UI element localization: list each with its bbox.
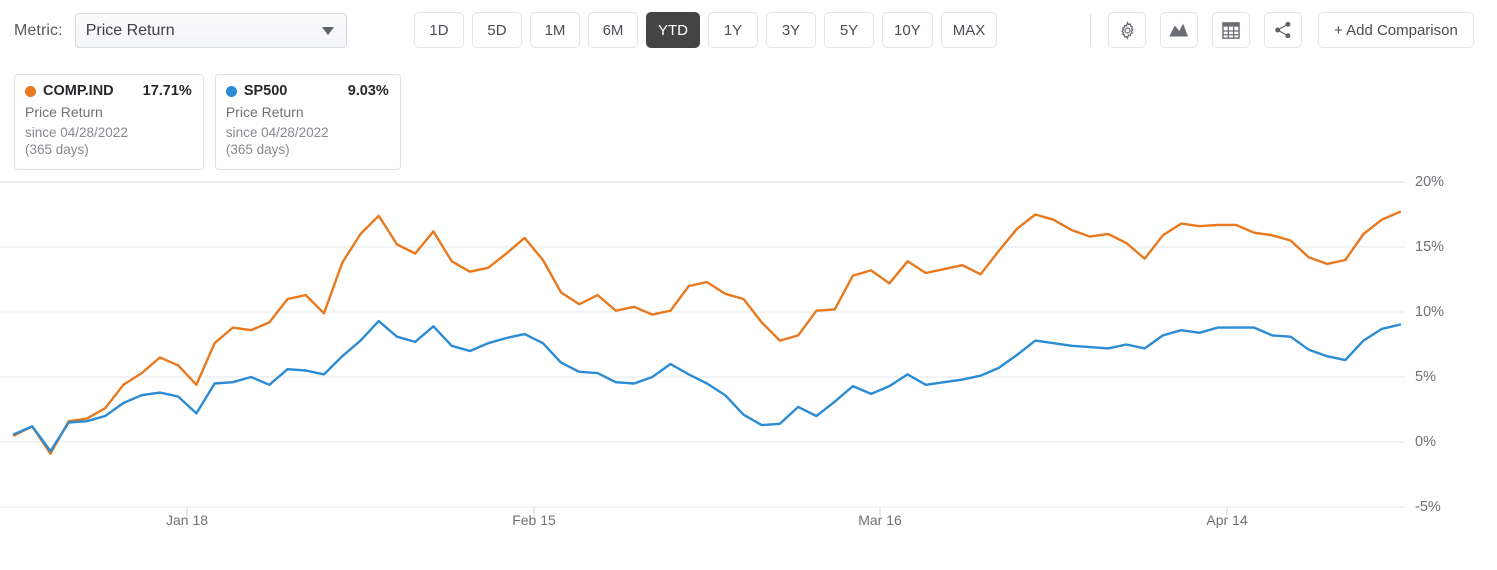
share-icon — [1274, 21, 1292, 39]
legend-card[interactable]: COMP.IND 17.71% Price Return since 04/28/20… — [14, 74, 204, 170]
range-button-6m[interactable]: 6M — [588, 12, 638, 48]
series-line-sp500[interactable] — [14, 321, 1400, 451]
add-comparison-label: + Add Comparison — [1334, 22, 1458, 39]
y-axis-label: 0% — [1415, 434, 1436, 450]
metric-select-value: Price Return — [86, 22, 175, 40]
legend-ticker: SP500 — [244, 83, 288, 99]
legend-metric-name: Price Return — [25, 104, 192, 120]
y-axis-label: 15% — [1415, 239, 1444, 255]
range-button-5y[interactable]: 5Y — [824, 12, 874, 48]
range-button-1m[interactable]: 1M — [530, 12, 580, 48]
time-range-group: 1D5D1M6MYTD1Y3Y5Y10YMAX — [414, 12, 997, 48]
range-button-5d[interactable]: 5D — [472, 12, 522, 48]
legend-card[interactable]: SP500 9.03% Price Return since 04/28/2022 (… — [215, 74, 401, 170]
x-axis-label: Jan 18 — [166, 512, 208, 528]
legend-percent: 17.71% — [121, 83, 192, 99]
y-axis-label: 5% — [1415, 369, 1436, 385]
gear-icon — [1118, 21, 1137, 40]
x-axis-label: Mar 16 — [858, 512, 902, 528]
chart-svg[interactable] — [0, 165, 1497, 525]
legend-ticker: COMP.IND — [43, 83, 114, 99]
range-button-10y[interactable]: 10Y — [882, 12, 933, 48]
legend-card-header: COMP.IND 17.71% — [25, 83, 192, 99]
series-dot-icon — [25, 86, 36, 97]
settings-button[interactable] — [1108, 12, 1146, 48]
y-axis-label: 20% — [1415, 174, 1444, 190]
x-axis-label: Apr 14 — [1206, 512, 1247, 528]
table-icon — [1222, 22, 1240, 39]
y-axis-label: 10% — [1415, 304, 1444, 320]
data-table-button[interactable] — [1212, 12, 1250, 48]
legend-since-text: since 04/28/2022 (365 days) — [25, 124, 192, 159]
chart-type-button[interactable] — [1160, 12, 1198, 48]
x-axis-label: Feb 15 — [512, 512, 556, 528]
x-axis-labels: Jan 18 Feb 15 Mar 16 Apr 14 — [0, 512, 1497, 542]
metric-selector-group: Metric: Price Return — [14, 13, 347, 48]
metric-label: Metric: — [14, 22, 63, 40]
legend-card-header: SP500 9.03% — [226, 83, 389, 99]
y-axis-labels: 20%15%10%5%0%-5% — [1415, 165, 1497, 525]
add-comparison-button[interactable]: + Add Comparison — [1318, 12, 1474, 48]
toolbar-icon-group: + Add Comparison — [1108, 12, 1474, 48]
chart-toolbar: Metric: Price Return 1D5D1M6MYTD1Y3Y5Y10… — [0, 0, 1497, 60]
toolbar-divider — [1090, 14, 1091, 46]
share-button[interactable] — [1264, 12, 1302, 48]
chevron-down-icon — [322, 27, 334, 35]
range-button-1y[interactable]: 1Y — [708, 12, 758, 48]
range-button-1d[interactable]: 1D — [414, 12, 464, 48]
range-button-ytd[interactable]: YTD — [646, 12, 700, 48]
area-chart-icon — [1169, 21, 1189, 39]
metric-select[interactable]: Price Return — [75, 13, 347, 48]
series-dot-icon — [226, 86, 237, 97]
price-return-chart — [0, 165, 1497, 525]
series-legend: COMP.IND 17.71% Price Return since 04/28/20… — [14, 74, 401, 170]
range-button-max[interactable]: MAX — [941, 12, 998, 48]
range-button-3y[interactable]: 3Y — [766, 12, 816, 48]
legend-percent: 9.03% — [326, 83, 389, 99]
legend-metric-name: Price Return — [226, 104, 389, 120]
legend-since-text: since 04/28/2022 (365 days) — [226, 124, 389, 159]
